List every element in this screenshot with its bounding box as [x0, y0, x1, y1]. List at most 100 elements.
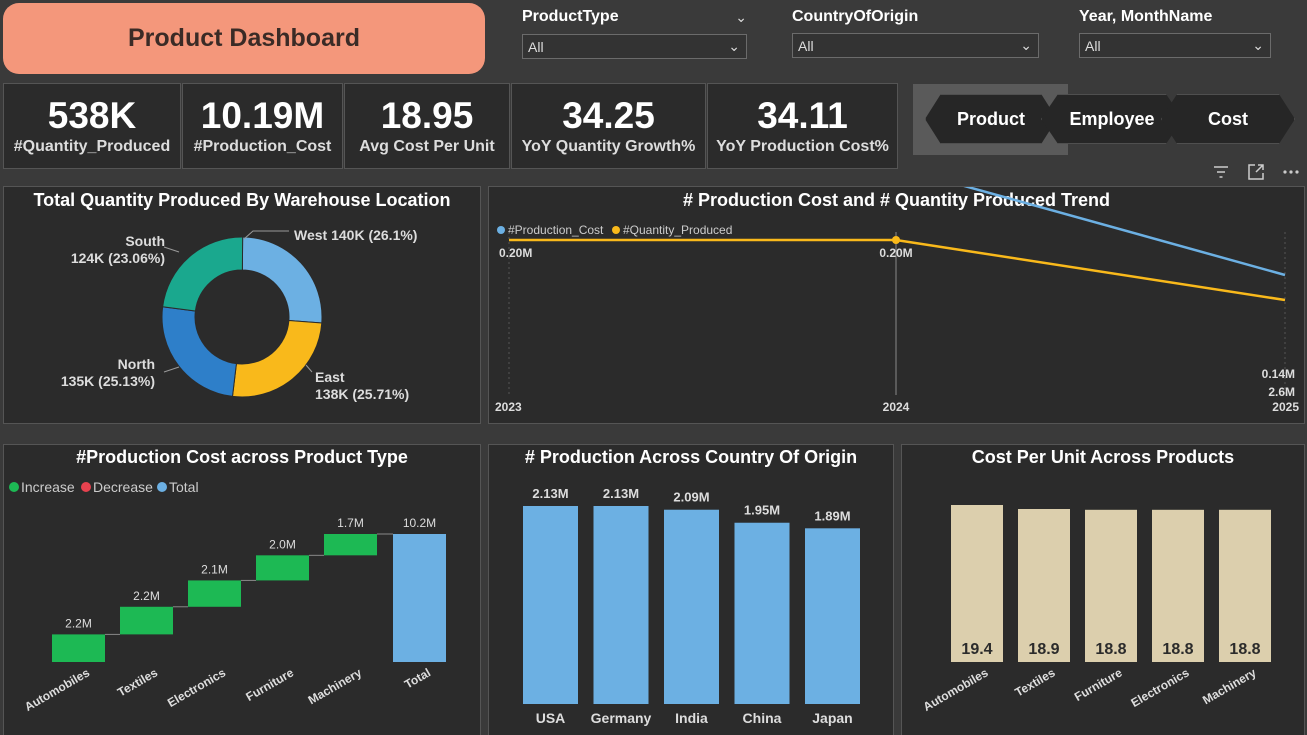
- chevron-down-icon: ⌄: [728, 38, 740, 54]
- donut-chart: West 140K (26.1%) East 138K (25.71%) Nor…: [61, 227, 418, 402]
- nav-cost-button[interactable]: Cost: [1161, 94, 1295, 144]
- bar[interactable]: [805, 528, 860, 704]
- donut-label-north-value: 135K (25.13%): [61, 373, 155, 389]
- kpi-value: 18.95: [380, 95, 474, 136]
- data-label: 10.2M: [403, 516, 436, 530]
- x-tick-label: Electronics: [1128, 665, 1191, 710]
- chart-legend: Increase Decrease Total: [9, 479, 199, 495]
- donut-label-east-value: 138K (25.71%): [315, 386, 409, 402]
- data-label: 18.9: [1028, 641, 1059, 658]
- bar[interactable]: [664, 509, 719, 704]
- bar[interactable]: [1018, 509, 1070, 662]
- bar[interactable]: [734, 522, 790, 704]
- cost-per-unit-chart: 19.4 Automobiles 18.9 Textiles 18.8 Furniture…: [921, 505, 1271, 714]
- waterfall-bar[interactable]: [393, 534, 446, 662]
- slicer-dropdown[interactable]: All ⌄: [792, 33, 1039, 58]
- waterfall-bar[interactable]: [256, 555, 309, 581]
- x-tick-label: Automobiles: [22, 665, 92, 714]
- x-tick-label: USA: [536, 710, 566, 726]
- more-options-icon[interactable]: [1281, 162, 1301, 182]
- bar[interactable]: [1085, 509, 1137, 662]
- donut-slice-west[interactable]: [241, 236, 323, 324]
- waterfall-bar[interactable]: [188, 580, 241, 607]
- donut-slice-south[interactable]: [162, 236, 244, 312]
- slicer-product-type[interactable]: ProductType ⌄ All ⌄: [522, 7, 747, 59]
- slicer-value: All: [528, 38, 544, 55]
- kpi-value: 10.19M: [200, 95, 325, 136]
- slicer-year-month[interactable]: Year, MonthName All ⌄: [1079, 7, 1271, 58]
- x-tick-label: Germany: [591, 710, 652, 726]
- data-label: 2.0M: [269, 537, 296, 551]
- waterfall-bar[interactable]: [324, 534, 377, 556]
- data-label: 2.13M: [603, 486, 639, 501]
- data-label: 2.13M: [532, 486, 568, 501]
- bar[interactable]: [1219, 509, 1271, 662]
- data-label: 1.89M: [814, 508, 850, 523]
- legend-item: #Quantity_Produced: [623, 223, 732, 237]
- line-chart: #Production_Cost #Quantity_Produced 3.8M…: [495, 187, 1299, 414]
- legend-marker: [9, 482, 19, 492]
- data-label: 0.14M: [1262, 367, 1295, 381]
- data-label: 0.20M: [499, 246, 532, 260]
- x-tick-label: China: [743, 710, 782, 726]
- waterfall-bar[interactable]: [120, 606, 173, 635]
- bar[interactable]: [951, 505, 1003, 662]
- donut-slice-north[interactable]: [161, 306, 237, 397]
- legend-item: Total: [169, 479, 199, 495]
- bar[interactable]: [1152, 509, 1204, 662]
- x-tick-label: Electronics: [165, 665, 228, 710]
- donut-label-south-value: 124K (23.06%): [71, 250, 165, 266]
- leader-line: [305, 364, 313, 373]
- slicer-value: All: [798, 37, 814, 54]
- kpi-value: 538K: [47, 95, 137, 136]
- waterfall-chart-panel: #Production Cost across Product Type Inc…: [3, 444, 481, 735]
- focus-mode-icon[interactable]: [1246, 162, 1266, 182]
- donut-label-east-name: East: [315, 369, 345, 385]
- data-label: 1.95M: [744, 503, 780, 518]
- donut-label-north-name: North: [118, 356, 155, 372]
- filter-icon[interactable]: [1211, 162, 1231, 182]
- nav-product-button[interactable]: Product: [925, 94, 1057, 144]
- slicer-country-of-origin[interactable]: CountryOfOrigin All ⌄: [792, 7, 1039, 58]
- data-label: 18.8: [1162, 641, 1193, 658]
- x-tick-label: India: [675, 710, 708, 726]
- data-label: 19.4: [961, 641, 992, 658]
- kpi-label: YoY Quantity Growth%: [521, 138, 696, 155]
- slicer-dropdown[interactable]: All ⌄: [1079, 33, 1271, 58]
- waterfall-bar[interactable]: [52, 634, 105, 662]
- x-tick-label: Automobiles: [921, 665, 991, 714]
- data-label: 2.1M: [201, 562, 228, 576]
- kpi-yoy-quantity-growth: 34.25 YoY Quantity Growth%: [511, 83, 706, 169]
- legend-marker: [497, 226, 505, 234]
- cost-per-unit-chart-panel: Cost Per Unit Across Products 19.4 Automo…: [901, 444, 1305, 735]
- chevron-down-icon[interactable]: ⌄: [735, 9, 747, 26]
- x-tick-label: Japan: [812, 710, 852, 726]
- chevron-down-icon: ⌄: [1252, 37, 1264, 53]
- x-tick-label: Textiles: [1013, 665, 1058, 699]
- country-bar-chart: 2.13M USA 2.13M Germany 2.09M India 1.95M China…: [523, 486, 860, 726]
- bar[interactable]: [523, 506, 578, 704]
- kpi-value: 34.11: [757, 95, 848, 136]
- kpi-yoy-production-cost: 34.11 YoY Production Cost%: [707, 83, 898, 169]
- bar[interactable]: [593, 506, 649, 704]
- kpi-label: #Quantity_Produced: [13, 138, 171, 155]
- x-tick-label: Textiles: [115, 665, 160, 699]
- x-tick-label: Furniture: [1072, 665, 1125, 704]
- kpi-quantity-produced: 538K #Quantity_Produced: [3, 83, 181, 169]
- country-bar-chart-panel: # Production Across Country Of Origin 2.…: [488, 444, 894, 735]
- chart-legend: #Production_Cost #Quantity_Produced: [497, 223, 732, 237]
- data-point[interactable]: [892, 236, 900, 244]
- kpi-value: 34.25: [562, 95, 655, 136]
- chevron-down-icon: ⌄: [1020, 37, 1032, 53]
- x-tick-label: Furniture: [243, 665, 296, 704]
- slicer-value: All: [1085, 37, 1101, 54]
- x-tick-label: 2025: [1272, 400, 1299, 414]
- donut-label-south-name: South: [125, 233, 165, 249]
- donut-slice-east[interactable]: [231, 319, 323, 398]
- data-label: 0.20M: [879, 246, 912, 260]
- data-label: 1.7M: [337, 516, 364, 530]
- slicer-dropdown[interactable]: All ⌄: [522, 34, 747, 59]
- legend-item: Increase: [21, 479, 75, 495]
- x-tick-label: Machinery: [306, 665, 365, 707]
- kpi-avg-cost-per-unit: 18.95 Avg Cost Per Unit: [344, 83, 510, 169]
